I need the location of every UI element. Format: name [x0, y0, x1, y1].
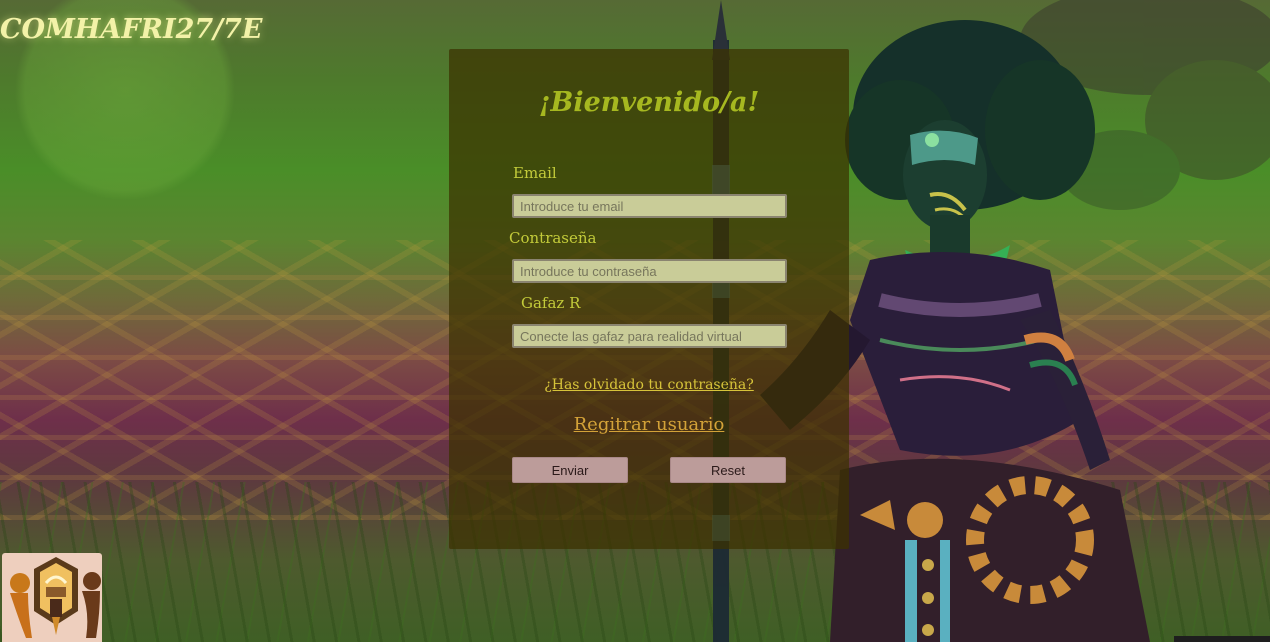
vr-glasses-label: Gafaz R [521, 294, 581, 312]
figure-hair [845, 20, 1095, 210]
password-label: Contraseña [509, 229, 597, 247]
tribal-emblem-logo [2, 553, 102, 642]
reset-button[interactable]: Reset [670, 457, 786, 483]
vr-glasses-field[interactable] [512, 324, 787, 348]
submit-button[interactable]: Enviar [512, 457, 628, 483]
email-field[interactable] [512, 194, 787, 218]
forgot-password-link[interactable]: ¿Has olvidado tu contraseña? [449, 377, 849, 393]
login-panel: ¡Bienvenido/a! Email Contraseña Gafaz R … [449, 49, 849, 549]
emblem-icon [10, 557, 101, 638]
password-field[interactable] [512, 259, 787, 283]
email-label: Email [513, 164, 557, 182]
site-title: COMHAFRI27/7E [0, 14, 263, 45]
register-user-link[interactable]: Regitrar usuario [449, 414, 849, 435]
figure-face [903, 120, 987, 230]
welcome-heading: ¡Bienvenido/a! [538, 87, 760, 118]
tree-canopy [1020, 0, 1270, 210]
bottom-edge-strip [1174, 636, 1270, 642]
